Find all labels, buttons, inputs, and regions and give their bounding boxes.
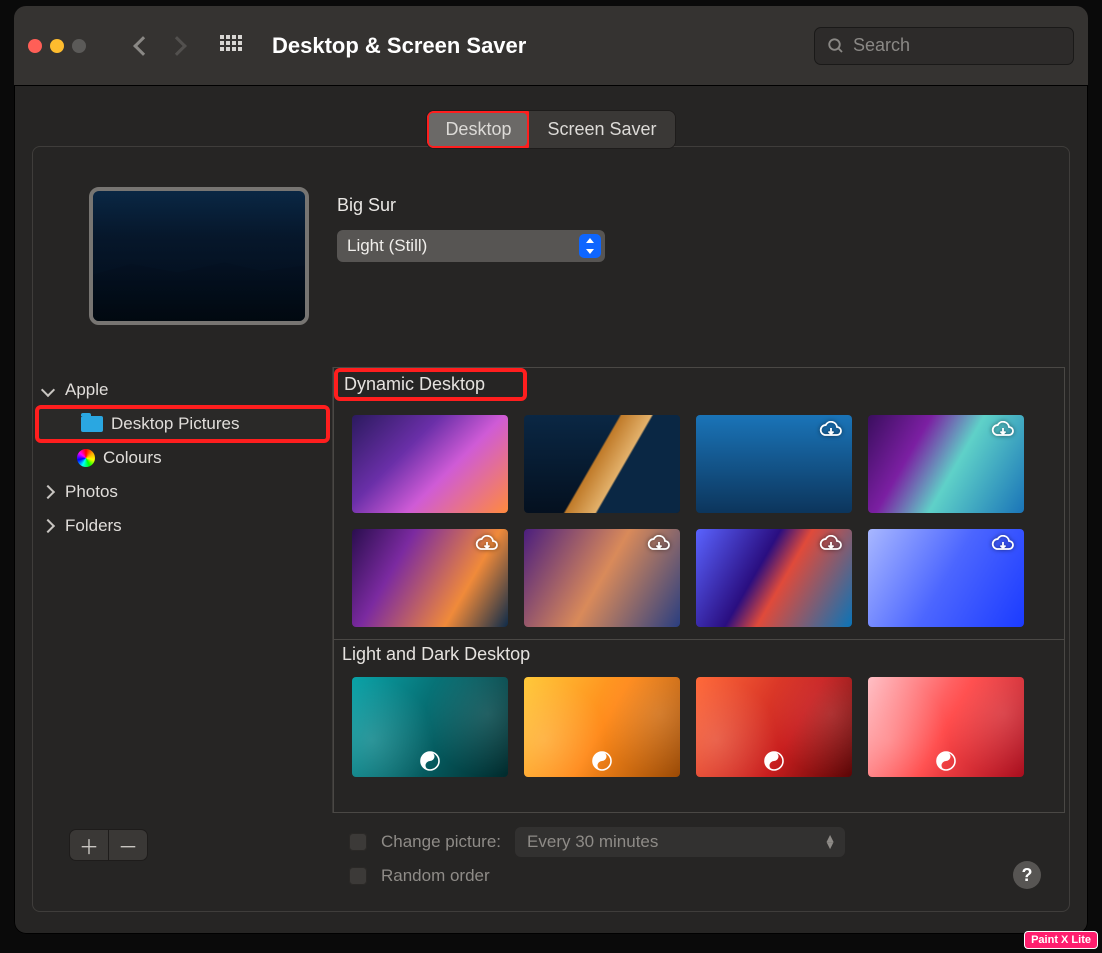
dynamic-icon [592, 751, 612, 771]
dynamic-icon [936, 751, 956, 771]
sidebar-item-desktop-pictures[interactable]: Desktop Pictures [37, 407, 328, 441]
random-order-row: Random order [349, 859, 1029, 893]
section-dynamic-header: Dynamic Desktop [336, 370, 525, 399]
wallpaper-thumb[interactable] [696, 677, 852, 777]
dynamic-icon [420, 751, 440, 771]
bottom-bar: ＋ － Change picture: Every 30 minutes ▲▼ … [33, 813, 1069, 911]
titlebar: Desktop & Screen Saver Search [14, 6, 1088, 86]
preferences-window: Desktop & Screen Saver Search Desktop Sc… [14, 6, 1088, 934]
wallpaper-thumb[interactable] [352, 415, 508, 513]
tab-desktop[interactable]: Desktop [427, 111, 529, 148]
appearance-popup[interactable]: Light (Still) [337, 230, 605, 262]
dynamic-grid [334, 399, 1064, 639]
random-order-label: Random order [381, 866, 490, 886]
download-icon [646, 535, 672, 553]
wallpaper-name: Big Sur [337, 195, 605, 216]
section-lightdark-header: Light and Dark Desktop [334, 639, 1064, 665]
back-button[interactable] [133, 36, 153, 56]
wallpaper-thumb[interactable] [696, 415, 852, 513]
sidebar-label: Folders [65, 516, 122, 536]
close-button[interactable] [28, 39, 42, 53]
search-icon [827, 37, 845, 55]
add-folder-button[interactable]: ＋ [70, 830, 108, 860]
preview-row: Big Sur Light (Still) [33, 147, 1069, 337]
remove-folder-button[interactable]: － [109, 830, 147, 860]
add-remove-group: ＋ － [69, 829, 148, 861]
search-field[interactable]: Search [814, 27, 1074, 65]
window-controls [28, 39, 86, 53]
download-icon [818, 535, 844, 553]
show-all-button[interactable] [220, 35, 242, 57]
panel: Big Sur Light (Still) Apple Desktop Pict… [32, 146, 1070, 912]
sidebar-group-photos[interactable]: Photos [33, 475, 332, 509]
lightdark-grid [334, 665, 1064, 777]
wallpaper-thumb[interactable] [352, 677, 508, 777]
desktop-preview [89, 187, 309, 325]
download-icon [990, 535, 1016, 553]
window-title: Desktop & Screen Saver [272, 33, 526, 59]
wallpaper-thumb[interactable] [868, 415, 1024, 513]
wallpaper-thumb[interactable] [868, 529, 1024, 627]
change-picture-checkbox[interactable] [349, 833, 367, 851]
search-placeholder: Search [853, 35, 910, 56]
sidebar-group-apple[interactable]: Apple [33, 373, 332, 407]
minimize-button[interactable] [50, 39, 64, 53]
wallpaper-thumb[interactable] [524, 677, 680, 777]
sidebar-item-colours[interactable]: Colours [33, 441, 332, 475]
tab-screensaver[interactable]: Screen Saver [529, 111, 674, 148]
wallpaper-thumb[interactable] [524, 415, 680, 513]
download-icon [818, 421, 844, 439]
help-button[interactable]: ? [1013, 861, 1041, 889]
change-picture-label: Change picture: [381, 832, 501, 852]
dynamic-icon [764, 751, 784, 771]
sidebar-label: Photos [65, 482, 118, 502]
colour-wheel-icon [77, 449, 95, 467]
interval-popup[interactable]: Every 30 minutes ▲▼ [515, 827, 845, 857]
download-icon [990, 421, 1016, 439]
download-icon [474, 535, 500, 553]
sidebar-label: Colours [103, 448, 162, 468]
wallpaper-thumb[interactable] [524, 529, 680, 627]
options: Change picture: Every 30 minutes ▲▼ Rand… [349, 825, 1029, 893]
chevron-down-icon [41, 383, 55, 397]
tabs-row: Desktop Screen Saver [14, 110, 1088, 149]
wallpaper-thumb[interactable] [352, 529, 508, 627]
interval-value: Every 30 minutes [527, 832, 658, 852]
chevron-right-icon [41, 485, 55, 499]
appearance-value: Light (Still) [347, 236, 427, 256]
split: Apple Desktop Pictures Colours Photos Fo… [33, 367, 1069, 813]
change-picture-row: Change picture: Every 30 minutes ▲▼ [349, 825, 1029, 859]
wallpaper-thumb[interactable] [696, 529, 852, 627]
chevron-right-icon [41, 519, 55, 533]
source-sidebar: Apple Desktop Pictures Colours Photos Fo… [33, 367, 333, 813]
sidebar-group-folders[interactable]: Folders [33, 509, 332, 543]
random-order-checkbox[interactable] [349, 867, 367, 885]
zoom-button[interactable] [72, 39, 86, 53]
tab-group: Desktop Screen Saver [426, 110, 675, 149]
wallpaper-thumb[interactable] [868, 677, 1024, 777]
wallpaper-content: Dynamic Desktop [333, 367, 1065, 813]
updown-icon: ▲▼ [823, 835, 837, 849]
forward-button [167, 36, 187, 56]
folder-icon [81, 416, 103, 432]
sidebar-label: Apple [65, 380, 108, 400]
nav-arrows [136, 39, 184, 53]
app-badge: Paint X Lite [1024, 931, 1098, 949]
wallpaper-meta: Big Sur Light (Still) [337, 187, 605, 262]
updown-icon [579, 234, 601, 258]
sidebar-label: Desktop Pictures [111, 414, 240, 434]
